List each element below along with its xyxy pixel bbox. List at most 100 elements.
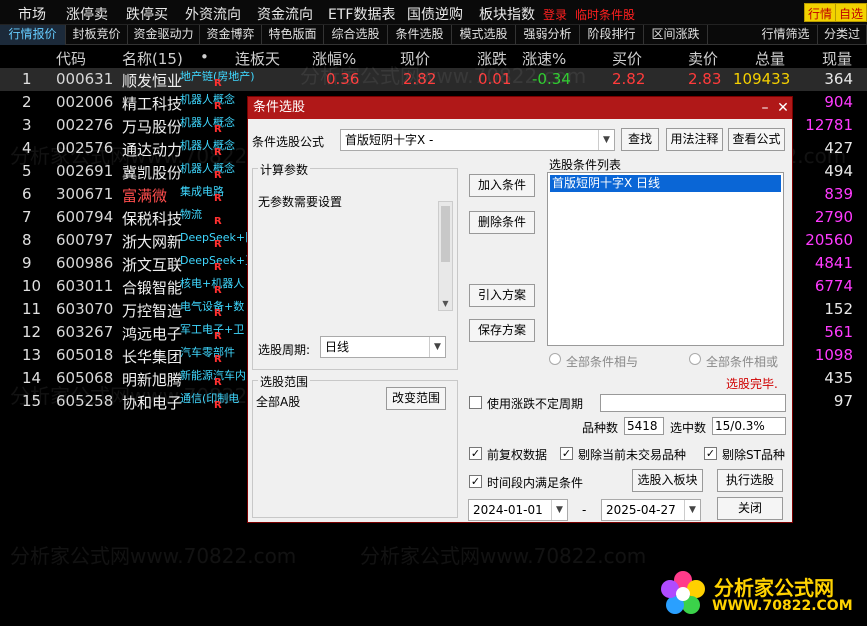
stock-name: 顺发恒业	[122, 72, 183, 90]
tab-category[interactable]: 分类过	[818, 25, 867, 45]
row-index: 1	[22, 70, 32, 88]
find-button[interactable]: 查找	[621, 128, 659, 151]
tab-pattern-select[interactable]: 模式选股	[452, 25, 516, 45]
usage-notes-button[interactable]: 用法注释	[666, 128, 723, 151]
tab-condition-select[interactable]: 条件选股	[388, 25, 452, 45]
exclude-notrade-checkbox[interactable]: ✓	[560, 447, 573, 460]
menu-etf-data[interactable]: ETF数据表	[328, 4, 395, 24]
col-change[interactable]: 涨跌	[477, 48, 507, 69]
tab-strength-analysis[interactable]: 强弱分析	[516, 25, 580, 45]
col-limit-days[interactable]: 连板天	[235, 48, 280, 69]
chevron-down-icon[interactable]: ▼	[551, 500, 567, 520]
change-scope-button[interactable]: 改变范围	[386, 387, 446, 410]
col-code[interactable]: 代码	[56, 48, 86, 69]
condition-list[interactable]: 首版短阴十字X 日线	[547, 172, 784, 346]
period-select[interactable]: 日线 ▼	[320, 336, 446, 358]
row-index: 14	[22, 369, 42, 387]
table-header: 代码 名称(15) • 连板天 涨幅% 现价 涨跌 涨速% 买价 卖价 总量 现…	[0, 46, 867, 68]
concept-tag: 机器人概念	[180, 116, 235, 129]
date-to-value: 2025-04-27	[606, 503, 676, 517]
r-badge: R	[214, 285, 222, 296]
list-item[interactable]: 首版短阴十字X 日线	[550, 175, 781, 192]
current-volume: 561	[824, 323, 853, 341]
period-condition-checkbox[interactable]: ✓	[469, 475, 482, 488]
prefq-checkbox[interactable]: ✓	[469, 447, 482, 460]
close-icon[interactable]: ✕	[774, 97, 792, 119]
add-condition-button[interactable]: 加入条件	[469, 174, 535, 197]
menu-limit-down-buy[interactable]: 跌停买	[126, 4, 168, 24]
tab-capital-game[interactable]: 资金博弈	[200, 25, 262, 45]
site-logo: 分析家公式网 WWW.70822.COM	[656, 568, 859, 620]
menu-temp-condition[interactable]: 临时条件股	[575, 6, 635, 23]
menu-limit-up-sell[interactable]: 涨停卖	[66, 4, 108, 24]
menu-repo[interactable]: 国债逆购	[407, 4, 463, 24]
tab-feature-layout[interactable]: 特色版面	[262, 25, 324, 45]
date-to-picker[interactable]: 2025-04-27 ▼	[601, 499, 701, 521]
chevron-down-icon[interactable]: ▼	[429, 337, 445, 357]
top-menu-bar: 市场 涨停卖 跌停买 外资流向 资金流向 ETF数据表 国债逆购 板块指数 登录…	[0, 0, 867, 25]
delete-condition-button[interactable]: 删除条件	[469, 211, 535, 234]
col-speed[interactable]: 涨速%	[522, 48, 566, 69]
minimize-icon[interactable]: –	[756, 97, 774, 119]
col-volume[interactable]: 总量	[755, 48, 785, 69]
col-dot[interactable]: •	[200, 48, 209, 66]
exclude-st-checkbox[interactable]: ✓	[704, 447, 717, 460]
menu-capital-flow[interactable]: 资金流向	[257, 4, 313, 24]
uncertain-period-field[interactable]	[600, 394, 786, 412]
import-plan-button[interactable]: 引入方案	[469, 284, 535, 307]
row-index: 11	[22, 300, 42, 318]
concept-tag: 机器人概念	[180, 162, 235, 175]
chevron-down-icon[interactable]: ▼	[439, 299, 452, 308]
stock-code: 600797	[56, 231, 114, 249]
period-label: 选股周期:	[258, 343, 311, 357]
function-tab-bar: 行情报价 封板竞价 资金驱动力 资金博弈 特色版面 综合选股 条件选股 模式选股…	[0, 25, 867, 45]
radio-and-label[interactable]: 全部条件相与	[566, 353, 638, 370]
to-block-button[interactable]: 选股入板块	[632, 469, 703, 492]
menu-sector-index[interactable]: 板块指数	[479, 4, 535, 24]
params-scrollbar[interactable]: ▼	[438, 201, 453, 311]
col-name[interactable]: 名称(15)	[122, 48, 183, 69]
tab-stage-ranking[interactable]: 阶段排行	[580, 25, 644, 45]
view-formula-button[interactable]: 查看公式	[728, 128, 785, 151]
current-volume: 364	[824, 70, 853, 88]
tab-composite-select[interactable]: 综合选股	[324, 25, 388, 45]
col-current-volume[interactable]: 现量	[822, 48, 852, 69]
stock-name: 万控智造	[122, 302, 183, 320]
concept-tag: 通信(印制电	[180, 392, 240, 405]
chevron-down-icon[interactable]: ▼	[684, 500, 700, 520]
tab-seal-bid[interactable]: 封板竞价	[66, 25, 128, 45]
uncertain-period-checkbox[interactable]	[469, 396, 482, 409]
stock-code: 605258	[56, 392, 114, 410]
radio-or[interactable]	[689, 353, 701, 365]
watchlist-button[interactable]: 自选	[835, 3, 867, 22]
radio-and[interactable]	[549, 353, 561, 365]
save-plan-button[interactable]: 保存方案	[469, 319, 535, 342]
scroll-thumb[interactable]	[441, 206, 450, 262]
tab-quote-filter[interactable]: 行情筛选	[754, 25, 818, 45]
col-ask[interactable]: 卖价	[688, 48, 718, 69]
row-index: 6	[22, 185, 32, 203]
menu-market[interactable]: 市场	[18, 4, 46, 24]
radio-or-label[interactable]: 全部条件相或	[706, 353, 778, 370]
formula-select[interactable]: 首版短阴十字X - ▼	[340, 129, 615, 151]
period-condition-label: 时间段内满足条件	[487, 476, 584, 490]
table-row[interactable]: 1 000631 顺发恒业 地产链(房地产) R 0.36 2.82 0.01 -0.34 2.8…	[0, 68, 867, 91]
tab-capital-drive[interactable]: 资金驱动力	[128, 25, 200, 45]
col-change-pct[interactable]: 涨幅%	[312, 48, 356, 69]
r-badge: R	[214, 331, 222, 342]
col-price[interactable]: 现价	[400, 48, 430, 69]
tab-range-change[interactable]: 区间涨跌	[644, 25, 708, 45]
date-from-picker[interactable]: 2024-01-01 ▼	[468, 499, 568, 521]
logo-text: 分析家公式网	[714, 576, 834, 600]
menu-login[interactable]: 登录	[543, 6, 567, 23]
quote-button[interactable]: 行情	[804, 3, 837, 22]
execute-select-button[interactable]: 执行选股	[717, 469, 783, 492]
r-badge: R	[214, 377, 222, 388]
row-index: 10	[22, 277, 42, 295]
menu-foreign-flow[interactable]: 外资流向	[185, 4, 241, 24]
chevron-down-icon[interactable]: ▼	[598, 130, 614, 150]
tab-quotes[interactable]: 行情报价	[0, 25, 66, 45]
current-volume: 427	[824, 139, 853, 157]
close-button[interactable]: 关闭	[717, 497, 783, 520]
col-bid[interactable]: 买价	[612, 48, 642, 69]
